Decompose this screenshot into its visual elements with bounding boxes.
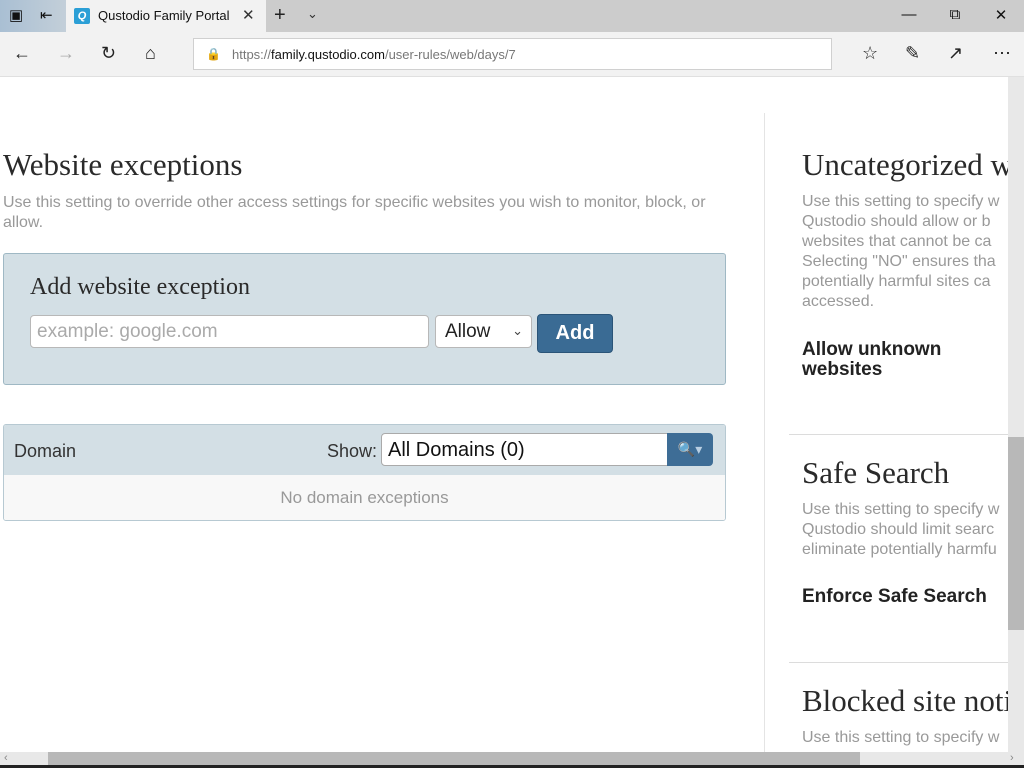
more-icon[interactable]: ⋯ bbox=[993, 43, 1011, 64]
lock-icon: 🔒 bbox=[206, 47, 221, 61]
table-header: Domain Show: All Domains (0) 🔍▾ bbox=[4, 425, 725, 475]
maximize-icon[interactable]: ⧉ bbox=[932, 6, 978, 23]
website-input[interactable] bbox=[30, 315, 429, 348]
refresh-icon[interactable]: ↻ bbox=[101, 43, 116, 64]
blocked-site-section: Blocked site noti Use this setting to sp… bbox=[802, 683, 1008, 748]
option-line: websites bbox=[802, 359, 883, 380]
scroll-right-icon[interactable]: › bbox=[1010, 752, 1014, 764]
vertical-scrollbar[interactable] bbox=[1008, 77, 1024, 752]
section-title: Blocked site noti bbox=[802, 683, 1008, 718]
show-label: Show: bbox=[327, 441, 378, 461]
page-title: Website exceptions bbox=[3, 147, 243, 182]
desc-line: accessed. bbox=[802, 293, 875, 310]
qustodio-favicon-icon: Q bbox=[74, 8, 90, 24]
address-bar[interactable]: 🔒 https://family.qustodio.com/user-rules… bbox=[193, 38, 832, 70]
desc-line: potentially harmful sites ca bbox=[802, 273, 991, 290]
section-description: Use this setting to specify w bbox=[802, 728, 1008, 748]
add-exception-panel: Add website exception Allow ⌄ Add bbox=[3, 253, 726, 385]
chevron-down-icon: ⌄ bbox=[512, 323, 523, 338]
set-aside-tabs-icon[interactable]: ⇤ bbox=[40, 6, 53, 24]
option-line: Allow unknown bbox=[802, 339, 942, 360]
browser-nav-bar: ← → ↻ ⌂ 🔒 https://family.qustodio.com/us… bbox=[0, 32, 1024, 77]
domain-filter-input[interactable]: All Domains (0) bbox=[381, 433, 668, 466]
search-icon: 🔍▾ bbox=[677, 441, 703, 457]
tab-list-chevron-icon[interactable]: ⌄ bbox=[307, 6, 318, 22]
pen-icon[interactable]: ✎ bbox=[905, 43, 920, 64]
section-title: Uncategorized w bbox=[802, 147, 1008, 182]
safe-search-section: Safe Search Use this setting to specify … bbox=[802, 455, 1008, 607]
desc-line: Use this setting to specify w bbox=[802, 729, 1000, 746]
tab-title: Qustodio Family Portal bbox=[98, 8, 230, 23]
search-filter-button[interactable]: 🔍▾ bbox=[667, 433, 713, 466]
desc-line: Use this setting to specify w bbox=[802, 501, 1000, 518]
section-description: Use this setting to specify w Qustodio s… bbox=[802, 192, 1008, 312]
minimize-icon[interactable]: — bbox=[886, 6, 932, 23]
desc-line: websites that cannot be ca bbox=[802, 233, 992, 250]
favorites-icon[interactable]: ☆ bbox=[862, 43, 878, 64]
uncategorized-section: Uncategorized w Use this setting to spec… bbox=[802, 147, 1008, 380]
section-description: Use this setting to specify w Qustodio s… bbox=[802, 500, 1008, 560]
add-exception-title: Add website exception bbox=[30, 274, 250, 300]
section-divider bbox=[789, 434, 1008, 435]
horizontal-scroll-thumb[interactable] bbox=[48, 752, 860, 765]
scroll-left-icon[interactable]: ‹ bbox=[4, 752, 8, 764]
tab-actions-area: ▣ ⇤ bbox=[0, 0, 66, 32]
page-description: Use this setting to override other acces… bbox=[3, 194, 706, 231]
forward-icon[interactable]: → bbox=[57, 43, 75, 64]
desc-line: Use this setting to specify w bbox=[802, 193, 1000, 210]
browser-tab[interactable]: Q Qustodio Family Portal ✕ bbox=[66, 0, 266, 32]
desc-line: eliminate potentially harmfu bbox=[802, 541, 997, 558]
section-divider bbox=[789, 662, 1008, 663]
exceptions-table: Domain Show: All Domains (0) 🔍▾ No domai… bbox=[3, 424, 726, 521]
column-divider bbox=[764, 113, 765, 752]
tab-actions-icon[interactable]: ▣ bbox=[9, 6, 23, 24]
back-icon[interactable]: ← bbox=[13, 43, 31, 64]
vertical-scroll-thumb[interactable] bbox=[1008, 437, 1024, 630]
access-select-value: Allow bbox=[445, 321, 491, 342]
empty-row: No domain exceptions bbox=[4, 475, 725, 520]
allow-unknown-option[interactable]: Allow unknown websites bbox=[802, 340, 1008, 380]
browser-tab-bar: ▣ ⇤ Q Qustodio Family Portal ✕ + ⌄ — ⧉ ✕ bbox=[0, 0, 1024, 32]
access-select[interactable]: Allow ⌄ bbox=[435, 315, 532, 348]
section-title: Safe Search bbox=[802, 455, 950, 490]
add-button[interactable]: Add bbox=[537, 314, 613, 353]
desc-line: Qustodio should limit searc bbox=[802, 521, 995, 538]
desc-line: Qustodio should allow or b bbox=[802, 213, 991, 230]
enforce-safe-search-option[interactable]: Enforce Safe Search bbox=[802, 587, 1008, 607]
home-icon[interactable]: ⌂ bbox=[145, 43, 156, 64]
page-content: Website exceptions Use this setting to o… bbox=[0, 77, 1008, 752]
new-tab-icon[interactable]: + bbox=[274, 4, 286, 27]
close-icon[interactable]: ✕ bbox=[242, 6, 255, 24]
close-window-icon[interactable]: ✕ bbox=[978, 6, 1024, 24]
column-domain: Domain bbox=[14, 441, 77, 461]
desc-line: Selecting "NO" ensures tha bbox=[802, 253, 996, 270]
share-icon[interactable]: ↗ bbox=[948, 43, 963, 64]
url-text: https://family.qustodio.com/user-rules/w… bbox=[232, 47, 516, 62]
